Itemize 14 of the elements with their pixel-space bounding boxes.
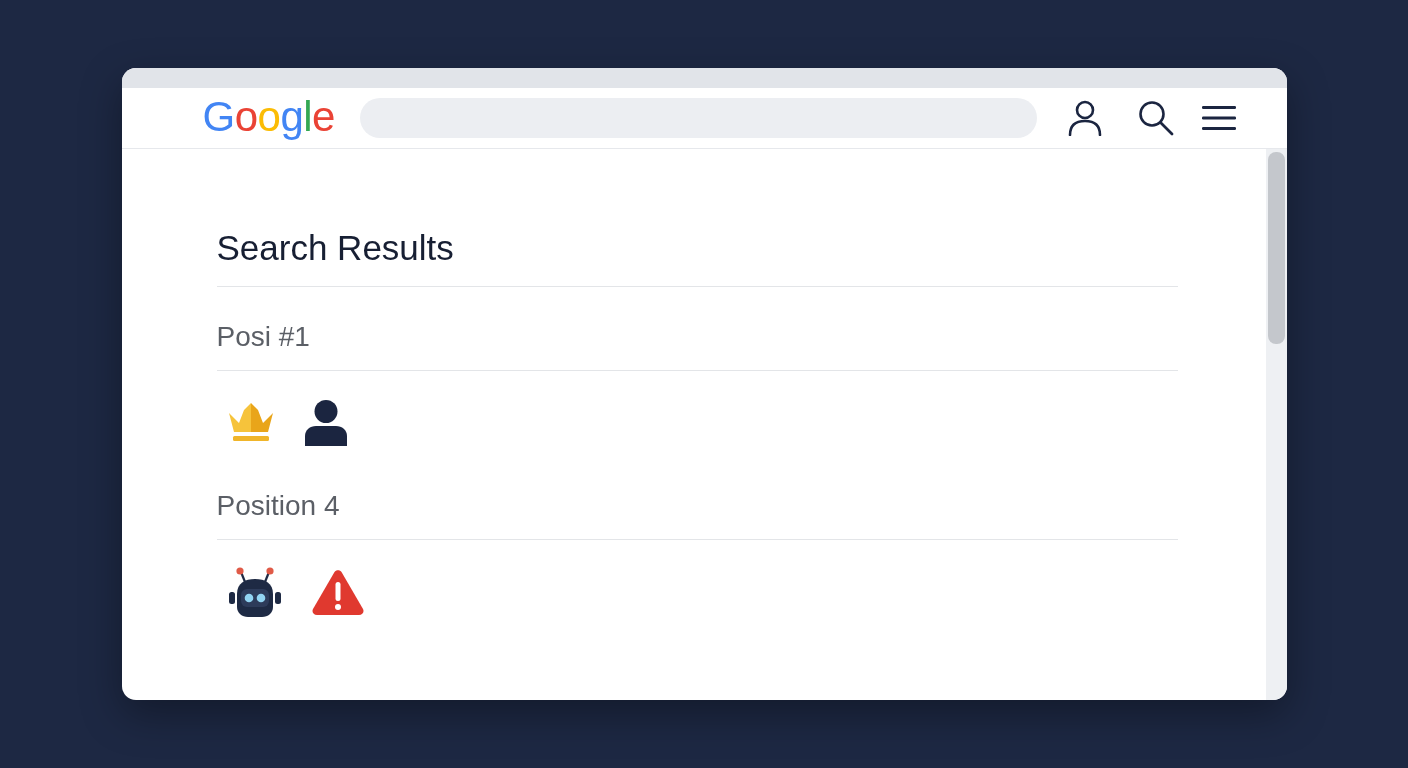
warning-icon [311, 569, 364, 615]
person-icon [303, 400, 348, 446]
crown-icon [227, 403, 274, 443]
scrollbar-track[interactable] [1265, 149, 1287, 700]
menu-icon [1201, 105, 1236, 131]
search-icon [1137, 100, 1174, 136]
section-label: Posi #1 [216, 320, 311, 354]
robot-icon [227, 567, 282, 617]
section-label: Position 4 [216, 489, 341, 523]
scrollbar-thumb[interactable] [1267, 152, 1285, 344]
person-icon [1067, 100, 1102, 136]
page-title: Search Results [216, 228, 455, 268]
search-button[interactable] [1136, 99, 1175, 137]
logo: Google [202, 93, 335, 141]
